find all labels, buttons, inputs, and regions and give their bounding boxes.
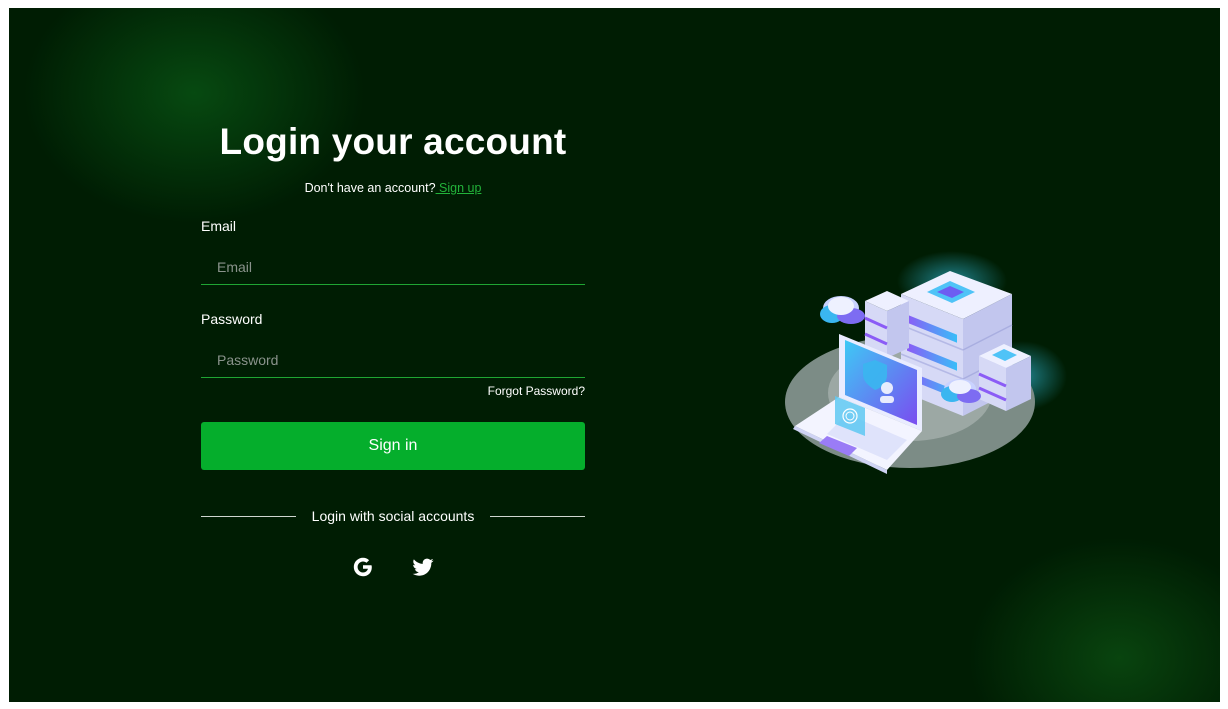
email-field[interactable] — [201, 249, 585, 285]
sign-in-button[interactable]: Sign in — [201, 422, 585, 470]
no-account-text: Don't have an account? — [304, 181, 436, 195]
password-field[interactable] — [201, 342, 585, 378]
twitter-icon — [412, 558, 434, 576]
page-title: Login your account — [219, 121, 567, 162]
signup-prompt: Don't have an account? Sign up — [201, 181, 585, 195]
divider-right — [490, 516, 585, 517]
google-icon — [353, 557, 372, 577]
signup-link[interactable]: Sign up — [436, 181, 481, 195]
email-label: Email — [201, 218, 237, 234]
forgot-password-link[interactable]: Forgot Password? — [201, 384, 585, 398]
login-page: Login your account Don't have an account… — [9, 8, 1220, 702]
twitter-login-button[interactable] — [411, 555, 435, 579]
password-label: Password — [201, 311, 263, 327]
server-security-illustration — [785, 251, 1067, 474]
google-login-button[interactable] — [351, 555, 375, 579]
